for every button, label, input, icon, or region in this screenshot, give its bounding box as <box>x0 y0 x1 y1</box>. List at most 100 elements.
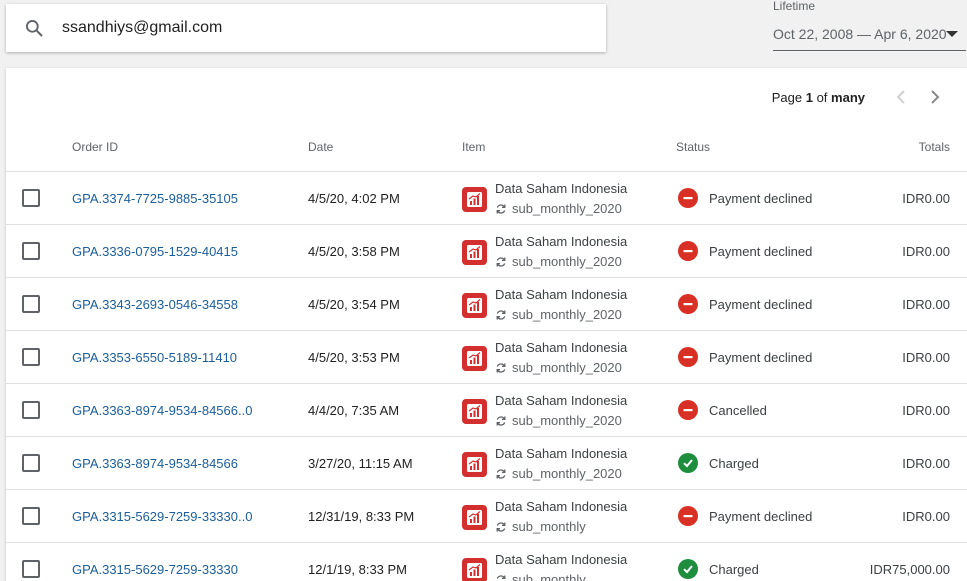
search-box[interactable] <box>6 4 606 52</box>
minus-circle-icon <box>678 241 698 261</box>
app-chart-icon <box>462 452 487 477</box>
col-order-id[interactable]: Order ID <box>72 140 118 154</box>
status-text: Payment declined <box>709 350 813 365</box>
order-id-link[interactable]: GPA.3343-2693-0546-34558 <box>72 297 238 312</box>
row-checkbox[interactable] <box>22 348 40 366</box>
order-total: IDR0.00 <box>902 191 950 206</box>
order-id-link[interactable]: GPA.3363-8974-9534-84566 <box>72 456 238 471</box>
sku-text: sub_monthly <box>512 572 586 581</box>
order-date: 4/5/20, 3:54 PM <box>308 297 400 312</box>
item-sku: sub_monthly_2020 <box>495 307 622 322</box>
order-total: IDR0.00 <box>902 403 950 418</box>
table-row[interactable]: GPA.3315-5629-7259-33330..0 12/31/19, 8:3… <box>6 490 967 543</box>
item-name: Data Saham Indonesia <box>495 552 628 567</box>
item-name: Data Saham Indonesia <box>495 181 628 196</box>
col-date[interactable]: Date <box>308 140 333 154</box>
order-id-link[interactable]: GPA.3315-5629-7259-33330..0 <box>72 509 252 524</box>
check-circle-icon <box>678 559 698 579</box>
minus-circle-icon <box>678 188 698 208</box>
page-indicator: Page 1 of many <box>771 89 865 105</box>
status-text: Cancelled <box>709 403 767 418</box>
table-row[interactable]: GPA.3363-8974-9534-84566 3/27/20, 11:15 A… <box>6 437 967 490</box>
sku-text: sub_monthly_2020 <box>512 413 622 428</box>
app-chart-icon <box>462 293 487 318</box>
app-chart-icon <box>462 558 487 581</box>
order-total: IDR0.00 <box>902 350 950 365</box>
app-chart-icon <box>462 346 487 371</box>
order-total: IDR0.00 <box>902 509 950 524</box>
order-date: 4/5/20, 3:58 PM <box>308 244 400 259</box>
app-chart-icon <box>462 240 487 265</box>
sync-icon <box>495 256 507 268</box>
order-date: 4/5/20, 4:02 PM <box>308 191 400 206</box>
row-checkbox[interactable] <box>22 507 40 525</box>
sku-text: sub_monthly_2020 <box>512 307 622 322</box>
item-name: Data Saham Indonesia <box>495 446 628 461</box>
order-id-link[interactable]: GPA.3336-0795-1529-40415 <box>72 244 238 259</box>
table-row[interactable]: GPA.3315-5629-7259-33330 12/1/19, 8:33 PM… <box>6 543 967 581</box>
sync-icon <box>495 203 507 215</box>
date-range-value: Oct 22, 2008 — Apr 6, 2020 <box>773 26 947 42</box>
search-icon[interactable] <box>23 17 45 39</box>
order-id-link[interactable]: GPA.3315-5629-7259-33330 <box>72 562 238 577</box>
row-checkbox[interactable] <box>22 454 40 472</box>
previous-page-button[interactable] <box>887 87 915 107</box>
sync-icon <box>495 415 507 427</box>
date-range-select[interactable]: Lifetime Oct 22, 2008 — Apr 6, 2020 <box>773 0 966 52</box>
table-row[interactable]: GPA.3343-2693-0546-34558 4/5/20, 3:54 PM D… <box>6 278 967 331</box>
table-row[interactable]: GPA.3363-8974-9534-84566..0 4/4/20, 7:35 … <box>6 384 967 437</box>
minus-circle-icon <box>678 294 698 314</box>
app-chart-icon <box>462 187 487 212</box>
order-id-link[interactable]: GPA.3374-7725-9885-35105 <box>72 191 238 206</box>
sync-icon <box>495 521 507 533</box>
item-sku: sub_monthly_2020 <box>495 360 622 375</box>
item-sku: sub_monthly_2020 <box>495 413 622 428</box>
table-row[interactable]: GPA.3353-6550-5189-11410 4/5/20, 3:53 PM D… <box>6 331 967 384</box>
row-checkbox[interactable] <box>22 189 40 207</box>
item-sku: sub_monthly_2020 <box>495 466 622 481</box>
row-checkbox[interactable] <box>22 295 40 313</box>
sku-text: sub_monthly_2020 <box>512 254 622 269</box>
status-text: Payment declined <box>709 297 813 312</box>
app-chart-icon <box>462 505 487 530</box>
item-sku: sub_monthly_2020 <box>495 201 622 216</box>
status-text: Charged <box>709 456 759 471</box>
item-name: Data Saham Indonesia <box>495 287 628 302</box>
item-name: Data Saham Indonesia <box>495 340 628 355</box>
table-row[interactable]: GPA.3336-0795-1529-40415 4/5/20, 3:58 PM D… <box>6 225 967 278</box>
sync-icon <box>495 362 507 374</box>
sync-icon <box>495 574 507 581</box>
app-chart-icon <box>462 399 487 424</box>
order-date: 4/5/20, 3:53 PM <box>308 350 400 365</box>
search-input[interactable] <box>62 19 562 37</box>
item-name: Data Saham Indonesia <box>495 234 628 249</box>
date-range-label: Lifetime <box>773 0 816 13</box>
order-date: 3/27/20, 11:15 AM <box>308 456 413 471</box>
row-checkbox[interactable] <box>22 401 40 419</box>
sku-text: sub_monthly <box>512 519 586 534</box>
order-total: IDR0.00 <box>902 456 950 471</box>
sku-text: sub_monthly_2020 <box>512 466 622 481</box>
row-checkbox[interactable] <box>22 560 40 578</box>
order-id-link[interactable]: GPA.3353-6550-5189-11410 <box>72 350 237 365</box>
col-totals[interactable]: Totals <box>919 140 950 154</box>
minus-circle-icon <box>678 347 698 367</box>
status-text: Payment declined <box>709 509 813 524</box>
status-text: Payment declined <box>709 191 813 206</box>
order-id-link[interactable]: GPA.3363-8974-9534-84566..0 <box>72 403 252 418</box>
minus-circle-icon <box>678 400 698 420</box>
order-total: IDR75,000.00 <box>869 562 950 577</box>
row-checkbox[interactable] <box>22 242 40 260</box>
orders-card: Page 1 of many Order ID Date Item Status… <box>6 68 967 581</box>
dropdown-arrow-icon[interactable] <box>946 31 958 37</box>
sync-icon <box>495 468 507 480</box>
order-total: IDR0.00 <box>902 297 950 312</box>
col-status[interactable]: Status <box>676 140 710 154</box>
order-date: 12/1/19, 8:33 PM <box>308 562 408 577</box>
col-item[interactable]: Item <box>462 140 485 154</box>
chevron-right-icon <box>931 90 940 104</box>
item-name: Data Saham Indonesia <box>495 499 628 514</box>
pagination: Page 1 of many <box>772 87 949 107</box>
table-row[interactable]: GPA.3374-7725-9885-35105 4/5/20, 4:02 PM D… <box>6 172 967 225</box>
next-page-button[interactable] <box>921 87 949 107</box>
